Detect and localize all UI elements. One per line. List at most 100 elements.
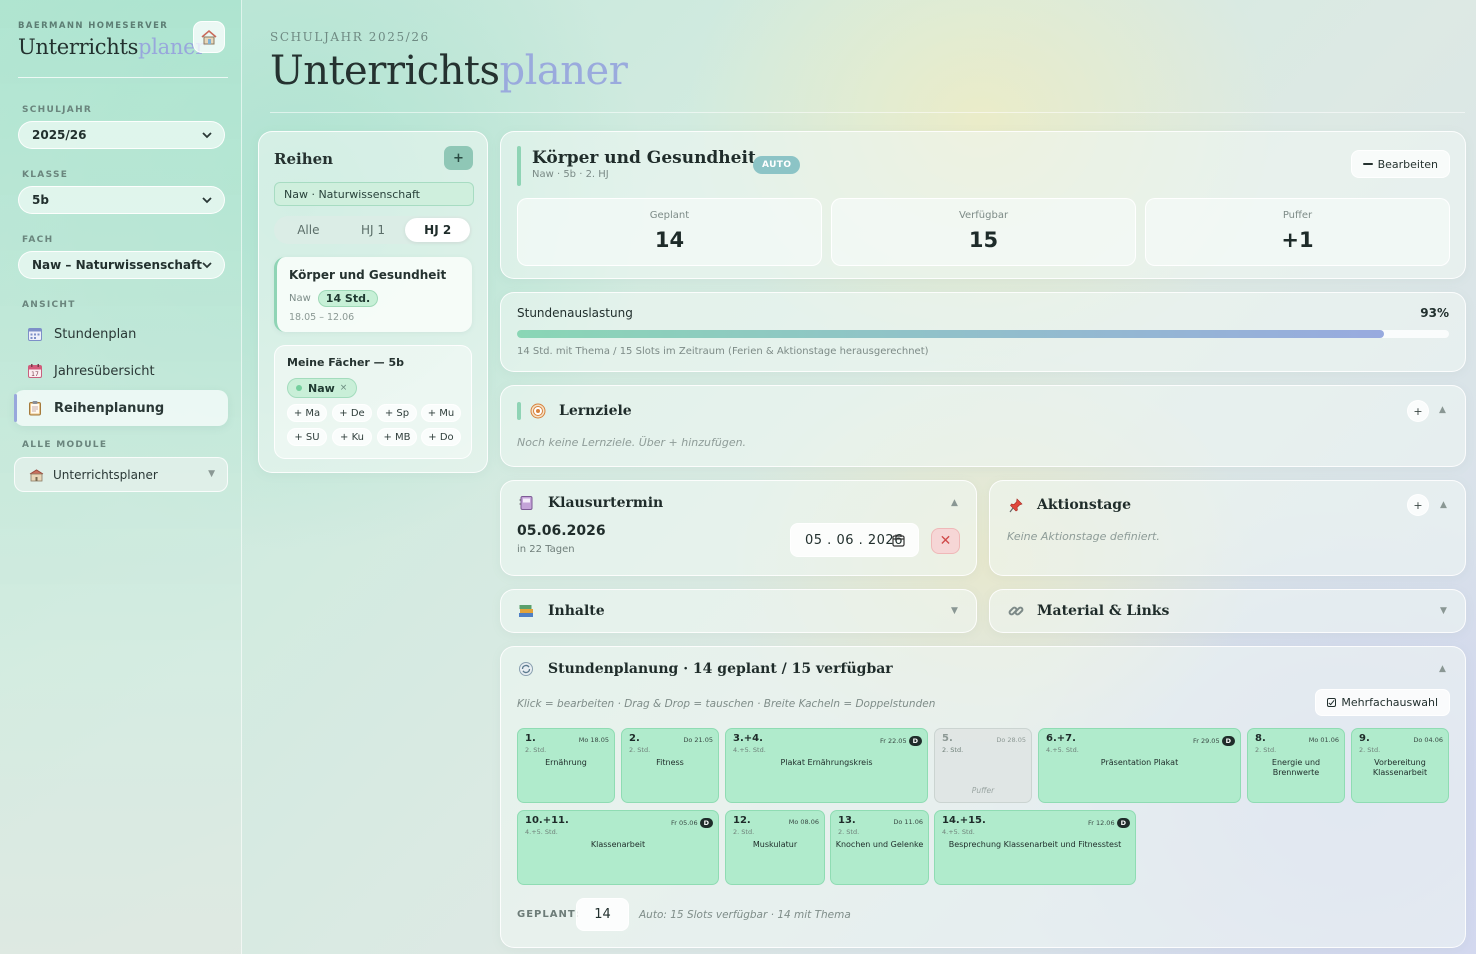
tile-date: Do 21.05 — [683, 736, 713, 744]
tile-period: 4.+5. Std. — [525, 828, 558, 836]
tile-date-text: Mo 01.06 — [1308, 736, 1339, 744]
fach-select[interactable]: Naw – Naturwissenschaft — [18, 251, 225, 279]
nav-label: Jahresübersicht — [54, 363, 155, 379]
reihen-panel: Reihen + Naw · Naturwissenschaft Alle HJ… — [258, 131, 488, 473]
tab-alle[interactable]: Alle — [276, 218, 341, 242]
lesson-tile[interactable]: 10.+11. 4.+5. Std. Fr 05.06 D Klassenarbeit — [517, 810, 719, 885]
tile-date-text: Fr 05.06 — [670, 819, 698, 827]
delete-klausur-button[interactable]: ✕ — [931, 528, 960, 554]
collapse-caret-icon[interactable]: ▲ — [1439, 405, 1446, 415]
lesson-tile[interactable]: 13. 2. Std. Do 11.06 Knochen und Gelenke — [830, 810, 929, 885]
klasse-select[interactable]: 5b — [18, 186, 225, 214]
tile-period: 2. Std. — [942, 746, 964, 754]
page-kicker: SCHULJAHR 2025/26 — [270, 30, 430, 44]
lesson-tile[interactable]: 14.+15. 4.+5. Std. Fr 12.06 D Besprechung Kl… — [934, 810, 1136, 885]
add-subject-chip[interactable]: + Ma — [287, 404, 327, 422]
tile-topic: Präsentation Plakat — [1100, 758, 1179, 767]
mehrfachauswahl-button[interactable]: Mehrfachauswahl — [1315, 689, 1450, 716]
calendar-icon[interactable] — [892, 534, 905, 547]
tile-number: 3.+4. — [733, 733, 763, 744]
klausur-date-input[interactable]: 05 . 06 . 2026 — [790, 523, 919, 557]
nav-item-jahresuebersicht[interactable]: 17 Jahresübersicht — [14, 353, 228, 389]
collapse-caret-icon[interactable]: ▲ — [1440, 500, 1447, 510]
stat-puffer: Puffer +1 — [1145, 198, 1450, 266]
tile-date: Mo 08.06 — [789, 818, 819, 826]
add-subject-chip[interactable]: + Sp — [377, 404, 417, 422]
stat-value: 15 — [968, 228, 999, 252]
tile-date-text: Fr 29.05 — [1192, 737, 1220, 745]
lesson-tile[interactable]: 12. 2. Std. Mo 08.06 Muskulatur — [725, 810, 825, 885]
stat-label: Verfügbar — [958, 210, 1009, 221]
notebook-icon — [517, 494, 535, 512]
tile-period: 2. Std. — [629, 746, 651, 754]
stat-value: +1 — [1281, 228, 1314, 252]
meine-faecher-title: Meine Fächer — 5b — [287, 356, 405, 369]
tile-date: Fr 22.05 D — [880, 736, 922, 746]
tile-number: 1. — [525, 733, 536, 744]
klasse-label: KLASSE — [22, 170, 69, 180]
add-subject-chip[interactable]: + Mu — [421, 404, 461, 422]
schuljahr-value: 2025/26 — [32, 128, 87, 142]
tile-number: 14.+15. — [942, 815, 986, 826]
expand-caret-icon[interactable]: ▼ — [1440, 606, 1447, 616]
tile-topic: Plakat Ernährungskreis — [780, 758, 873, 767]
aktionstage-card: Aktionstage + ▲ Keine Aktionstage defini… — [989, 480, 1466, 576]
add-subject-chip[interactable]: + Ku — [332, 428, 372, 446]
lernziele-card: Lernziele + ▲ Noch keine Lernziele. Über… — [500, 385, 1466, 467]
remove-subject-icon[interactable]: × — [340, 383, 348, 393]
add-lernziel-button[interactable]: + — [1407, 400, 1429, 422]
lesson-tile[interactable]: 1. 2. Std. Mo 18.05 Ernährung — [517, 728, 615, 803]
tile-topic: Ernährung — [545, 758, 587, 767]
reihe-title: Körper und Gesundheit — [289, 268, 447, 282]
tab-hj2[interactable]: HJ 2 — [405, 218, 471, 242]
double-lesson-badge: D — [908, 736, 922, 746]
edit-button[interactable]: Bearbeiten — [1350, 150, 1450, 178]
chevron-down-icon — [202, 197, 212, 204]
lesson-tile[interactable]: 6.+7. 4.+5. Std. Fr 29.05 D Präsentation Pla… — [1038, 728, 1241, 803]
geplant-input[interactable]: 14 — [576, 898, 629, 931]
lesson-tile[interactable]: 8. 2. Std. Mo 01.06 Energie und Brennwerte — [1247, 728, 1345, 803]
tile-date-text: Fr 12.06 — [1087, 819, 1115, 827]
add-subject-chip[interactable]: + Do — [421, 428, 461, 446]
lesson-tile[interactable]: 2. 2. Std. Do 21.05 Fitness — [621, 728, 719, 803]
selected-subject-pill[interactable]: Naw × — [287, 378, 358, 398]
tab-hj1[interactable]: HJ 1 — [341, 218, 406, 242]
lesson-tile[interactable]: 3.+4. 4.+5. Std. Fr 22.05 D Plakat Ernährung… — [725, 728, 928, 803]
add-reihe-button[interactable]: + — [444, 146, 473, 170]
tile-topic: Knochen und Gelenke — [835, 840, 924, 849]
date-input-value: 05 . 06 . 2026 — [805, 532, 903, 548]
module-select[interactable]: Unterrichtsplaner ▼ — [14, 457, 228, 492]
calendar-grid-icon — [26, 325, 44, 343]
nav-item-stundenplan[interactable]: Stundenplan — [14, 316, 228, 352]
reihe-dates: 18.05 – 12.06 — [289, 312, 355, 323]
expand-caret-icon[interactable]: ▼ — [951, 606, 958, 616]
home-icon[interactable] — [193, 21, 225, 53]
material-card[interactable]: Material & Links ▼ — [989, 589, 1466, 633]
tile-number: 9. — [1359, 733, 1370, 744]
lesson-tile-buffer[interactable]: 5. 2. Std. Do 28.05 Puffer — [934, 728, 1032, 803]
tile-date-text: Mo 08.06 — [788, 818, 819, 826]
lesson-tile[interactable]: 9. 2. Std. Do 04.06 Vorbereitung Klassenarb… — [1351, 728, 1449, 803]
tile-date: Do 28.05 — [996, 736, 1026, 744]
collapse-caret-icon[interactable]: ▲ — [1439, 664, 1446, 674]
ansicht-label: ANSICHT — [22, 300, 76, 310]
subject-filter-chip[interactable]: Naw · Naturwissenschaft — [274, 182, 474, 206]
schuljahr-select[interactable]: 2025/26 — [18, 121, 225, 149]
tile-date-text: Mo 18.05 — [578, 736, 609, 744]
fach-value: Naw – Naturwissenschaft — [32, 258, 202, 272]
reihe-list-item[interactable]: Körper und Gesundheit Naw 14 Std. 18.05 … — [274, 257, 472, 332]
add-aktionstag-button[interactable]: + — [1407, 494, 1429, 516]
add-subject-chip[interactable]: + SU — [287, 428, 327, 446]
collapse-caret-icon[interactable]: ▲ — [951, 498, 958, 508]
tile-date-text: Do 11.06 — [893, 818, 923, 826]
tile-topic: Fitness — [656, 758, 684, 767]
add-subject-chip[interactable]: + MB — [377, 428, 417, 446]
topic-title: Körper und Gesundheit — [532, 148, 756, 168]
auslastung-note: 14 Std. mit Thema / 15 Slots im Zeitraum… — [517, 346, 929, 357]
add-subject-chip[interactable]: + De — [332, 404, 372, 422]
stat-verfuegbar: Verfügbar 15 — [831, 198, 1136, 266]
chevron-down-icon — [202, 262, 212, 269]
nav-item-reihenplanung[interactable]: Reihenplanung — [14, 390, 228, 426]
inhalte-card[interactable]: Inhalte ▼ — [500, 589, 977, 633]
pushpin-icon — [1007, 496, 1025, 514]
